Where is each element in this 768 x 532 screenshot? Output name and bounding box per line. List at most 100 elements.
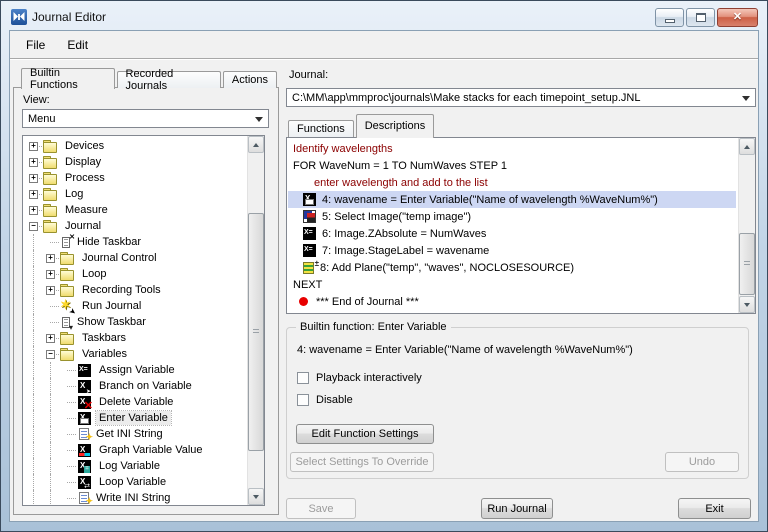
journal-step-text: FOR WaveNum = 1 TO NumWaves STEP 1 xyxy=(293,159,508,172)
expand-icon[interactable]: + xyxy=(46,269,55,279)
folder-icon xyxy=(43,171,58,185)
tab-recorded-journals[interactable]: Recorded Journals xyxy=(116,68,221,92)
tree-item-get-ini-string[interactable]: Get INI String xyxy=(25,426,245,442)
journal-steps-list: Identify wavelengths FOR WaveNum = 1 TO N… xyxy=(286,137,756,314)
run-journal-button[interactable]: Run Journal xyxy=(481,498,553,519)
journal-step[interactable]: NEXT xyxy=(288,276,736,293)
tree-item-journal-control[interactable]: + Journal Control xyxy=(25,250,245,266)
tree-item-measure[interactable]: + Measure xyxy=(25,202,245,218)
tree-item-variables[interactable]: − Variables xyxy=(25,346,245,362)
tab-builtin-functions[interactable]: Builtin Functions xyxy=(21,67,115,91)
journal-step[interactable]: 4: wavename = Enter Variable("Name of wa… xyxy=(288,191,736,208)
chevron-down-icon xyxy=(742,96,750,105)
collapse-icon[interactable]: − xyxy=(46,349,55,359)
log-variable-icon xyxy=(78,459,91,473)
tree-item-recording-tools[interactable]: + Recording Tools xyxy=(25,282,245,298)
group-title: Builtin function: Enter Variable xyxy=(296,321,451,333)
expand-icon[interactable]: + xyxy=(29,189,38,199)
scroll-track[interactable] xyxy=(248,153,264,488)
enter-variable-icon xyxy=(303,193,316,206)
expand-icon[interactable]: + xyxy=(29,157,38,167)
folder-icon xyxy=(60,331,75,345)
journal-step-text: 7: Image.StageLabel = wavename xyxy=(322,244,490,257)
tree-item-devices[interactable]: + Devices xyxy=(25,138,245,154)
tab-functions[interactable]: Functions xyxy=(288,120,354,137)
journal-path-dropdown[interactable]: C:\MM\app\mmproc\journals\Make stacks fo… xyxy=(286,88,756,107)
disable-checkbox[interactable] xyxy=(297,394,309,406)
journal-step[interactable]: Identify wavelengths xyxy=(288,140,736,157)
arrow-down-icon xyxy=(253,494,259,502)
tree-item-assign-variable[interactable]: Assign Variable xyxy=(25,362,245,378)
view-dropdown[interactable]: Menu xyxy=(22,109,269,128)
journal-step[interactable]: 8: Add Plane("temp", "waves", NOCLOSESOU… xyxy=(288,259,736,276)
tree-item-loop-variable[interactable]: Loop Variable xyxy=(25,474,245,490)
tree-item-label: Delete Variable xyxy=(99,396,174,408)
tree-item-loop[interactable]: + Loop xyxy=(25,266,245,282)
tree-item-write-ini-string[interactable]: Write INI String xyxy=(25,490,245,504)
tree-item-enter-variable[interactable]: Enter Variable xyxy=(25,410,245,426)
scroll-track[interactable] xyxy=(739,155,755,296)
tree-item-graph-variable-value[interactable]: Graph Variable Value xyxy=(25,442,245,458)
tree-item-display[interactable]: + Display xyxy=(25,154,245,170)
tree-item-label: Recording Tools xyxy=(82,284,161,296)
expand-icon[interactable]: + xyxy=(46,285,55,295)
journal-step[interactable]: 6: Image.ZAbsolute = NumWaves xyxy=(288,225,736,242)
tree-item-label: Show Taskbar xyxy=(77,316,146,328)
journal-step[interactable]: 7: Image.StageLabel = wavename xyxy=(288,242,736,259)
journal-step-text: enter wavelength and add to the list xyxy=(314,176,488,189)
maximize-button[interactable] xyxy=(686,8,715,27)
menu-edit[interactable]: Edit xyxy=(67,38,88,52)
scroll-up-button[interactable] xyxy=(739,138,755,155)
tree-item-log[interactable]: + Log xyxy=(25,186,245,202)
tab-descriptions[interactable]: Descriptions xyxy=(355,114,435,138)
tree-item-delete-variable[interactable]: Delete Variable xyxy=(25,394,245,411)
scroll-down-button[interactable] xyxy=(248,488,264,505)
scroll-down-button[interactable] xyxy=(739,296,755,313)
scroll-up-button[interactable] xyxy=(248,136,264,153)
minimize-button[interactable] xyxy=(655,8,684,27)
tree-item-show-taskbar[interactable]: Show Taskbar xyxy=(25,314,245,332)
disable-checkbox-row: Disable xyxy=(297,394,353,406)
tree-scrollbar[interactable] xyxy=(247,136,264,505)
tree-item-log-variable[interactable]: Log Variable xyxy=(25,458,245,474)
menu-file[interactable]: File xyxy=(26,38,45,52)
expand-icon[interactable]: + xyxy=(46,253,55,263)
journal-step[interactable]: *** End of Journal *** xyxy=(288,293,736,310)
arrow-up-icon xyxy=(253,140,259,147)
branch-variable-icon xyxy=(78,379,91,395)
tab-actions[interactable]: Actions xyxy=(222,71,277,88)
exit-button[interactable]: Exit xyxy=(678,498,751,519)
tree-item-label: Assign Variable xyxy=(99,364,175,376)
checkbox-label: Disable xyxy=(316,394,353,406)
tree-item-process[interactable]: + Process xyxy=(25,170,245,186)
tree-item-run-journal[interactable]: Run Journal xyxy=(25,298,245,314)
close-button[interactable]: ✕ xyxy=(717,8,758,27)
expand-icon[interactable]: + xyxy=(46,333,55,343)
scroll-thumb[interactable] xyxy=(248,213,264,451)
tree-item-label: Devices xyxy=(65,140,105,152)
list-scrollbar[interactable] xyxy=(738,138,755,313)
edit-function-settings-button[interactable]: Edit Function Settings xyxy=(296,424,434,444)
expand-icon[interactable]: + xyxy=(29,141,38,151)
journal-step[interactable]: 5: Select Image("temp image") xyxy=(288,208,736,225)
tree-item-label: Taskbars xyxy=(82,332,127,344)
tree-item-label: Measure xyxy=(65,204,108,216)
tree-item-branch-on-variable[interactable]: Branch on Variable xyxy=(25,378,245,395)
expand-icon[interactable]: + xyxy=(29,173,38,183)
graph-variable-icon xyxy=(78,443,91,457)
folder-icon xyxy=(43,155,58,169)
expand-icon[interactable]: + xyxy=(29,205,38,215)
tree-item-journal[interactable]: − Journal xyxy=(25,218,245,234)
journal-step[interactable]: enter wavelength and add to the list xyxy=(288,174,736,191)
journal-step-text: *** End of Journal *** xyxy=(316,295,419,308)
titlebar[interactable]: Journal Editor ✕ xyxy=(3,3,765,30)
playback-interactively-checkbox[interactable] xyxy=(297,372,309,384)
undo-button: Undo xyxy=(665,452,739,472)
collapse-icon[interactable]: − xyxy=(29,221,38,231)
tree-item-hide-taskbar[interactable]: Hide Taskbar xyxy=(25,234,245,250)
right-panel: Journal: C:\MM\app\mmproc\journals\Make … xyxy=(286,67,756,519)
tree-item-taskbars[interactable]: + Taskbars xyxy=(25,330,245,346)
builtin-functions-page: View: Menu + Devices + Display + Process + Log +… xyxy=(13,87,279,515)
scroll-thumb[interactable] xyxy=(739,233,755,295)
journal-step[interactable]: FOR WaveNum = 1 TO NumWaves STEP 1 xyxy=(288,157,736,174)
